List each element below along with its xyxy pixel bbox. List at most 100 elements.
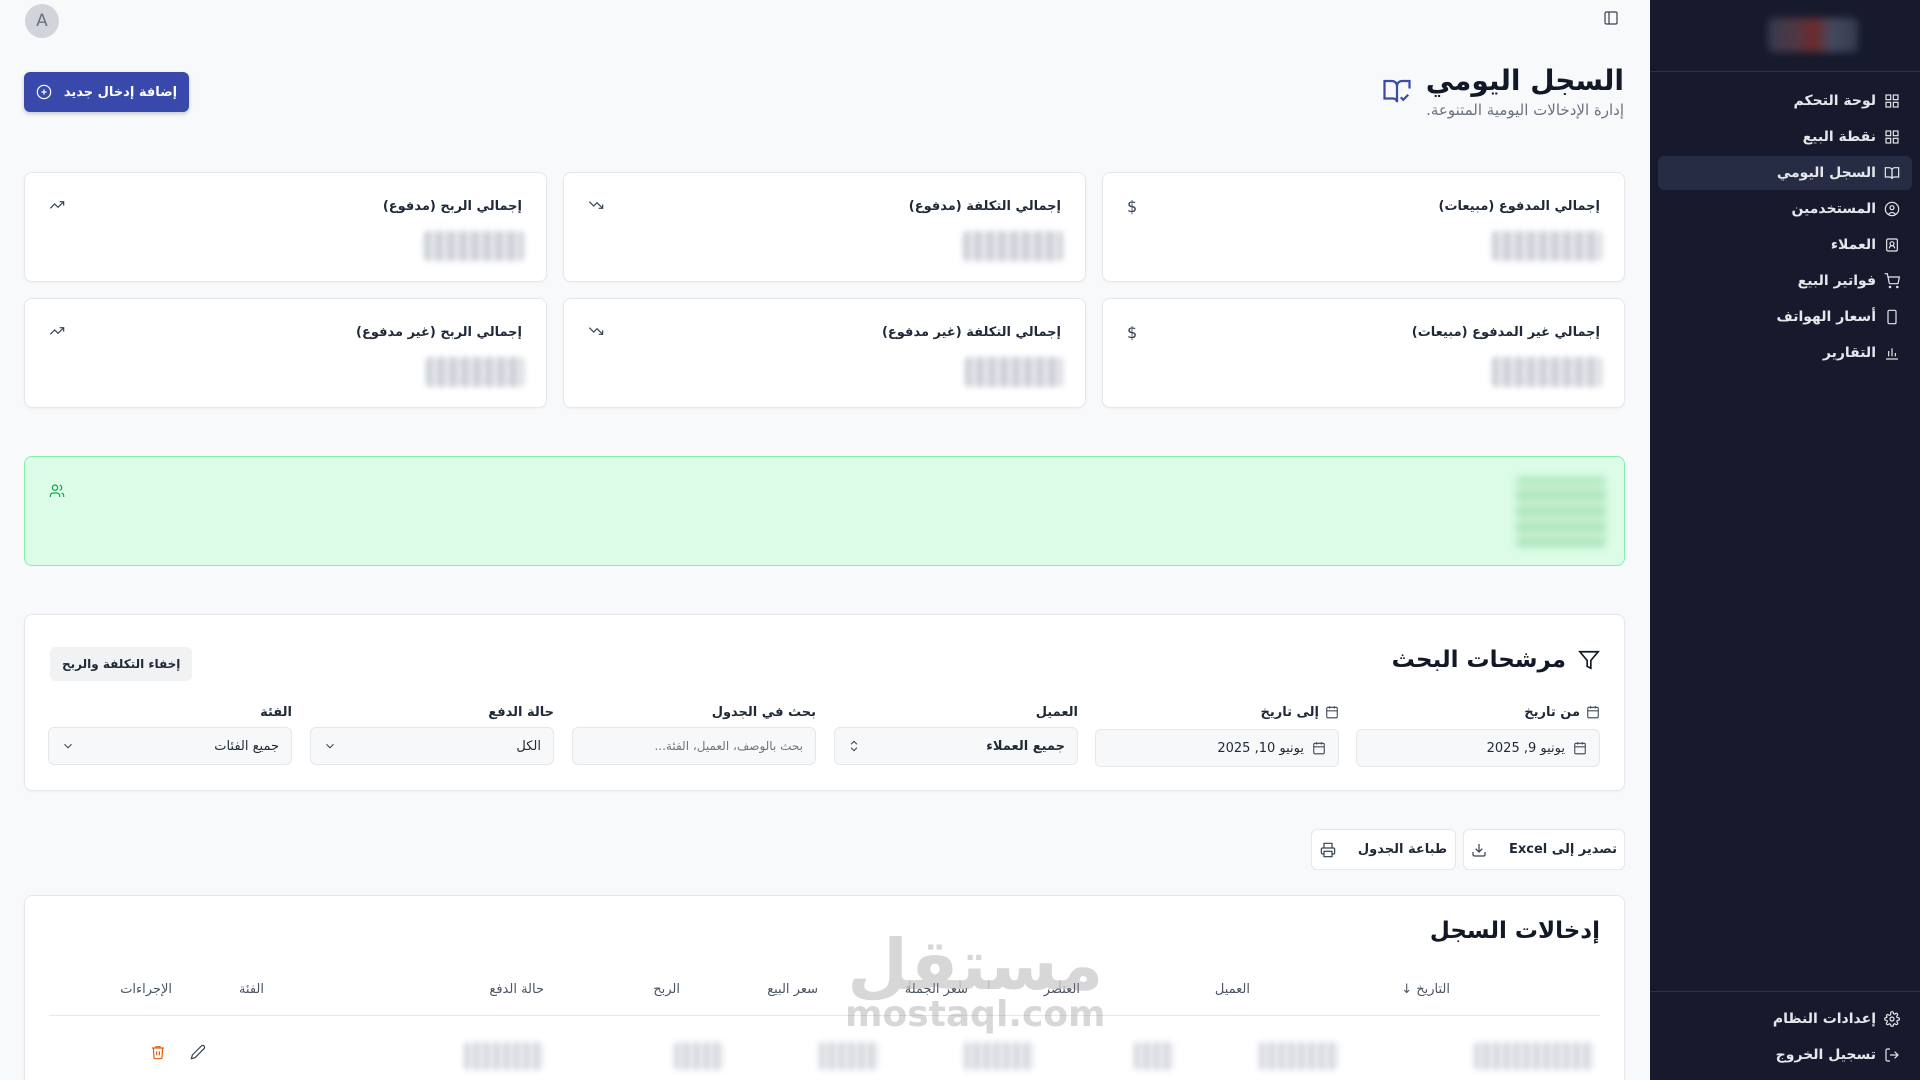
- search-filters-card: مرشحات البحث إخفاء التكلفة والربح من تار…: [24, 614, 1625, 791]
- trash-icon[interactable]: [150, 1044, 166, 1064]
- column-header-wholesale-price[interactable]: سعر الجملة: [905, 982, 968, 997]
- export-excel-button[interactable]: تصدير إلى Excel: [1463, 829, 1625, 870]
- print-table-label: طباعة الجدول: [1357, 842, 1448, 857]
- stat-value-redacted: [1492, 357, 1602, 387]
- dashboard-grid-icon: [1885, 94, 1899, 108]
- sidebar-item-logout[interactable]: تسجيل الخروج: [1658, 1038, 1912, 1072]
- category-label: الفئة: [260, 704, 292, 720]
- print-table-button[interactable]: طباعة الجدول: [1311, 829, 1456, 870]
- from-date-filter: من تاريخ يونيو 9, 2025: [1356, 703, 1600, 767]
- from-date-picker[interactable]: يونيو 9, 2025: [1356, 729, 1600, 767]
- customer-value: جميع العملاء: [986, 738, 1065, 754]
- stat-card-paid-sales: إجمالي المدفوع (مبيعات) $: [1102, 172, 1625, 282]
- to-date-picker[interactable]: يونيو 10, 2025: [1095, 729, 1339, 767]
- sidebar-item-dashboard[interactable]: لوحة التحكم: [1658, 84, 1912, 118]
- column-header-sale-price[interactable]: سعر البيع: [767, 982, 818, 997]
- sidebar: لوحة التحكم نقطة البيع السجل اليومي المس…: [1650, 0, 1920, 1080]
- sidebar-item-reports[interactable]: التقارير: [1658, 336, 1912, 370]
- customer-label: العميل: [1035, 704, 1078, 720]
- page-title: السجل اليومي: [1425, 64, 1624, 97]
- plus-circle-icon: [36, 84, 52, 100]
- sidebar-item-label: السجل اليومي: [1776, 165, 1876, 181]
- stat-title: إجمالي الربح (غير مدفوع): [356, 325, 522, 340]
- customers-summary-banner: [24, 456, 1625, 566]
- from-date-value: يونيو 9, 2025: [1486, 740, 1565, 756]
- stat-value-redacted: [426, 357, 524, 387]
- column-header-payment-status[interactable]: حالة الدفع: [489, 982, 544, 997]
- chevron-down-icon: [64, 743, 72, 749]
- sidebar-item-daily-log[interactable]: السجل اليومي: [1658, 156, 1912, 190]
- filters-title-text: مرشحات البحث: [1391, 647, 1566, 673]
- category-select[interactable]: جميع الفئات: [48, 727, 292, 765]
- filters-title: مرشحات البحث: [1392, 647, 1600, 673]
- sidebar-item-label: المستخدمين: [1791, 201, 1876, 217]
- add-entry-button[interactable]: إضافة إدخال جديد: [24, 72, 189, 112]
- from-date-label: من تاريخ: [1356, 703, 1600, 721]
- add-entry-label: إضافة إدخال جديد: [63, 84, 178, 100]
- banner-value-redacted: [1516, 477, 1606, 547]
- sidebar-item-sales-invoices[interactable]: فواتير البيع: [1658, 264, 1912, 298]
- dollar-icon: $: [1127, 197, 1138, 216]
- stat-card-unpaid-sales: إجمالي غير المدفوع (مبيعات) $: [1102, 298, 1625, 408]
- filter-icon: [1578, 650, 1600, 670]
- customer-filter: العميل جميع العملاء: [834, 703, 1078, 765]
- customer-select[interactable]: جميع العملاء: [834, 727, 1078, 765]
- gear-icon: [1884, 1011, 1900, 1027]
- page-subtitle: إدارة الإدخالات اليومية المتنوعة.: [1426, 101, 1624, 119]
- stat-title: إجمالي التكلفة (مدفوع): [908, 199, 1061, 214]
- sidebar-bottom: إعدادات النظام تسجيل الخروج: [1650, 991, 1920, 1080]
- dollar-icon: $: [1127, 323, 1138, 342]
- pos-grid-icon: [1885, 130, 1899, 144]
- sidebar-item-label: فواتير البيع: [1797, 273, 1876, 289]
- hide-cost-profit-button[interactable]: إخفاء التكلفة والربح: [50, 647, 193, 681]
- search-input[interactable]: [585, 739, 803, 753]
- category-filter: الفئة جميع الفئات: [48, 703, 292, 765]
- to-date-value: يونيو 10, 2025: [1217, 740, 1304, 756]
- book-check-icon: [1884, 167, 1900, 180]
- sidebar-item-label: التقارير: [1822, 345, 1876, 361]
- calendar-icon: [1574, 742, 1586, 755]
- column-header-category[interactable]: الفئة: [239, 982, 264, 997]
- sidebar-item-label: تسجيل الخروج: [1775, 1047, 1876, 1063]
- payment-status-label: حالة الدفع: [488, 704, 554, 720]
- stat-card-unpaid-cost: إجمالي التكلفة (غير مدفوع): [563, 298, 1086, 408]
- stat-value-redacted: [424, 231, 524, 261]
- user-avatar[interactable]: A: [25, 4, 59, 38]
- stat-card-paid-profit: إجمالي الربح (مدفوع): [24, 172, 547, 282]
- stat-card-unpaid-profit: إجمالي الربح (غير مدفوع): [24, 298, 547, 408]
- payment-status-select[interactable]: الكل: [310, 727, 554, 765]
- table-row: [819, 1042, 879, 1070]
- page-header: السجل اليومي إدارة الإدخالات اليومية الم…: [1382, 64, 1624, 119]
- sidebar-item-customers[interactable]: العملاء: [1658, 228, 1912, 262]
- stat-card-paid-cost: إجمالي التكلفة (مدفوع): [563, 172, 1086, 282]
- users-icon: [49, 483, 65, 503]
- column-header-profit[interactable]: الربح: [653, 982, 680, 997]
- table-row: [964, 1042, 1034, 1070]
- sidebar-toggle-icon[interactable]: [1603, 10, 1619, 26]
- log-entries-card: إدخالات السجل التاريخ ↓ العميل العنصر سع…: [24, 895, 1625, 1080]
- logout-icon: [1885, 1048, 1899, 1062]
- sidebar-item-phone-prices[interactable]: أسعار الهواتف: [1658, 300, 1912, 334]
- column-header-date[interactable]: التاريخ ↓: [1401, 982, 1450, 997]
- calendar-icon: [1587, 706, 1599, 719]
- table-row: [674, 1042, 724, 1070]
- calendar-icon: [1326, 706, 1338, 719]
- table-row: [1134, 1042, 1174, 1070]
- sidebar-item-users[interactable]: المستخدمين: [1658, 192, 1912, 226]
- column-header-item[interactable]: العنصر: [1044, 982, 1080, 997]
- table-title: إدخالات السجل: [1429, 918, 1600, 944]
- phone-icon: [1887, 309, 1897, 325]
- search-box: [572, 727, 816, 765]
- bar-chart-icon: [1886, 348, 1898, 360]
- sidebar-item-pos[interactable]: نقطة البيع: [1658, 120, 1912, 154]
- calendar-icon: [1313, 742, 1325, 755]
- category-value: جميع الفئات: [214, 738, 279, 754]
- printer-icon: [1320, 842, 1336, 857]
- download-icon: [1472, 843, 1486, 857]
- edit-icon[interactable]: [190, 1044, 206, 1064]
- table-row: [1259, 1042, 1339, 1070]
- column-header-customer[interactable]: العميل: [1215, 982, 1250, 997]
- table-row: [464, 1042, 544, 1070]
- to-date-label: إلى تاريخ: [1095, 703, 1339, 721]
- sidebar-item-settings[interactable]: إعدادات النظام: [1658, 1002, 1912, 1036]
